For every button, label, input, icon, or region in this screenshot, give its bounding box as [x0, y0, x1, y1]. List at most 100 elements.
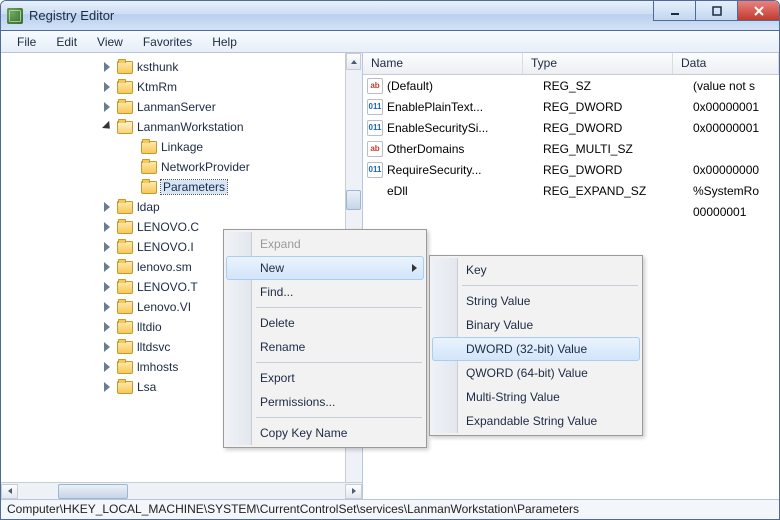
- folder-icon: [141, 161, 157, 174]
- tree-item[interactable]: ldap: [1, 197, 362, 217]
- scroll-up-button[interactable]: [346, 53, 361, 70]
- tree-item-label: Lenovo.VI: [137, 300, 191, 314]
- folder-icon: [117, 221, 133, 234]
- value-name: (Default): [387, 79, 543, 93]
- menu-item[interactable]: Delete: [226, 311, 424, 335]
- expand-icon[interactable]: [101, 280, 115, 294]
- list-row[interactable]: 011EnablePlainText...REG_DWORD0x00000001: [363, 96, 779, 117]
- value-name: EnableSecuritySi...: [387, 121, 543, 135]
- menu-item[interactable]: Binary Value: [432, 313, 640, 337]
- folder-icon: [117, 241, 133, 254]
- expand-icon[interactable]: [101, 380, 115, 394]
- expand-icon[interactable]: [101, 100, 115, 114]
- list-row[interactable]: 00000001: [363, 201, 779, 222]
- menu-help[interactable]: Help: [202, 33, 247, 51]
- list-body[interactable]: ab(Default)REG_SZ(value not s011EnablePl…: [363, 75, 779, 222]
- tree-item-label: LanmanServer: [137, 100, 216, 114]
- close-button[interactable]: [737, 1, 779, 21]
- app-icon: [7, 8, 23, 24]
- menu-item[interactable]: DWORD (32-bit) Value: [432, 337, 640, 361]
- tree-horizontal-scrollbar[interactable]: [1, 482, 362, 499]
- menu-item[interactable]: Permissions...: [226, 390, 424, 414]
- expand-icon[interactable]: [101, 340, 115, 354]
- menu-item[interactable]: Find...: [226, 280, 424, 304]
- maximize-button[interactable]: [695, 1, 737, 21]
- folder-icon: [117, 381, 133, 394]
- scroll-left-button[interactable]: [1, 484, 18, 499]
- status-bar: Computer\HKEY_LOCAL_MACHINE\SYSTEM\Curre…: [1, 499, 779, 519]
- value-name: RequireSecurity...: [387, 163, 543, 177]
- menu-item[interactable]: QWORD (64-bit) Value: [432, 361, 640, 385]
- folder-icon: [117, 61, 133, 74]
- tree-item[interactable]: Parameters: [1, 177, 362, 197]
- menu-separator: [462, 285, 638, 286]
- menu-item[interactable]: String Value: [432, 289, 640, 313]
- tree-spacer: [125, 160, 139, 174]
- column-header-type[interactable]: Type: [523, 53, 673, 74]
- list-row[interactable]: ab(Default)REG_SZ(value not s: [363, 75, 779, 96]
- folder-icon: [117, 261, 133, 274]
- value-data: (value not s: [693, 79, 779, 93]
- tree-item[interactable]: KtmRm: [1, 77, 362, 97]
- value-data: %SystemRo: [693, 184, 779, 198]
- column-header-data[interactable]: Data: [673, 53, 779, 74]
- list-row[interactable]: eDllREG_EXPAND_SZ%SystemRo: [363, 180, 779, 201]
- tree-item[interactable]: ksthunk: [1, 57, 362, 77]
- menu-item[interactable]: Multi-String Value: [432, 385, 640, 409]
- menu-item[interactable]: Key: [432, 258, 640, 282]
- expand-icon[interactable]: [101, 360, 115, 374]
- expand-icon[interactable]: [101, 320, 115, 334]
- context-submenu-new: Key String ValueBinary ValueDWORD (32-bit…: [429, 255, 643, 436]
- tree-item-label: LENOVO.C: [137, 220, 199, 234]
- tree-item-label: Lsa: [137, 380, 156, 394]
- scroll-thumb[interactable]: [346, 190, 361, 210]
- expand-icon[interactable]: [101, 80, 115, 94]
- scroll-right-button[interactable]: [345, 484, 362, 499]
- menu-file[interactable]: File: [7, 33, 46, 51]
- tree-item[interactable]: LanmanServer: [1, 97, 362, 117]
- menu-item[interactable]: New: [226, 256, 424, 280]
- menu-item[interactable]: Rename: [226, 335, 424, 359]
- menu-favorites[interactable]: Favorites: [133, 33, 202, 51]
- expand-icon[interactable]: [101, 200, 115, 214]
- menu-item[interactable]: Copy Key Name: [226, 421, 424, 445]
- menu-view[interactable]: View: [87, 33, 133, 51]
- column-header-name[interactable]: Name: [363, 53, 523, 74]
- tree-item[interactable]: Linkage: [1, 137, 362, 157]
- tree-item-label: Linkage: [161, 140, 203, 154]
- tree-item[interactable]: NetworkProvider: [1, 157, 362, 177]
- minimize-button[interactable]: [653, 1, 695, 21]
- expand-icon[interactable]: [101, 260, 115, 274]
- list-header: Name Type Data: [363, 53, 779, 75]
- value-name: eDll: [387, 184, 543, 198]
- folder-icon: [141, 181, 157, 194]
- collapse-icon[interactable]: [101, 120, 115, 134]
- tree-item-label: LENOVO.T: [137, 280, 198, 294]
- value-data: 00000001: [693, 205, 779, 219]
- menu-item[interactable]: Expandable String Value: [432, 409, 640, 433]
- menu-item[interactable]: Export: [226, 366, 424, 390]
- expand-icon[interactable]: [101, 240, 115, 254]
- folder-icon: [141, 141, 157, 154]
- tree-item[interactable]: LanmanWorkstation: [1, 117, 362, 137]
- menu-separator: [256, 362, 422, 363]
- context-menu: ExpandNewFind... DeleteRename ExportPermis…: [223, 229, 427, 448]
- menu-edit[interactable]: Edit: [46, 33, 87, 51]
- expand-icon[interactable]: [101, 300, 115, 314]
- folder-icon: [117, 81, 133, 94]
- scroll-thumb[interactable]: [58, 484, 128, 499]
- folder-icon: [117, 321, 133, 334]
- list-row[interactable]: abOtherDomainsREG_MULTI_SZ: [363, 138, 779, 159]
- value-name: EnablePlainText...: [387, 100, 543, 114]
- client-area: ksthunkKtmRm LanmanServer LanmanWorkstatio…: [1, 53, 779, 499]
- menubar: File Edit View Favorites Help: [1, 31, 779, 53]
- expand-icon[interactable]: [101, 60, 115, 74]
- expand-icon[interactable]: [101, 220, 115, 234]
- list-row[interactable]: 011EnableSecuritySi...REG_DWORD0x0000000…: [363, 117, 779, 138]
- menu-item: Expand: [226, 232, 424, 256]
- dword-value-icon: 011: [367, 120, 383, 136]
- tree-spacer: [125, 140, 139, 154]
- tree-item-label: LENOVO.I: [137, 240, 194, 254]
- list-row[interactable]: 011RequireSecurity...REG_DWORD0x00000000: [363, 159, 779, 180]
- value-name: OtherDomains: [387, 142, 543, 156]
